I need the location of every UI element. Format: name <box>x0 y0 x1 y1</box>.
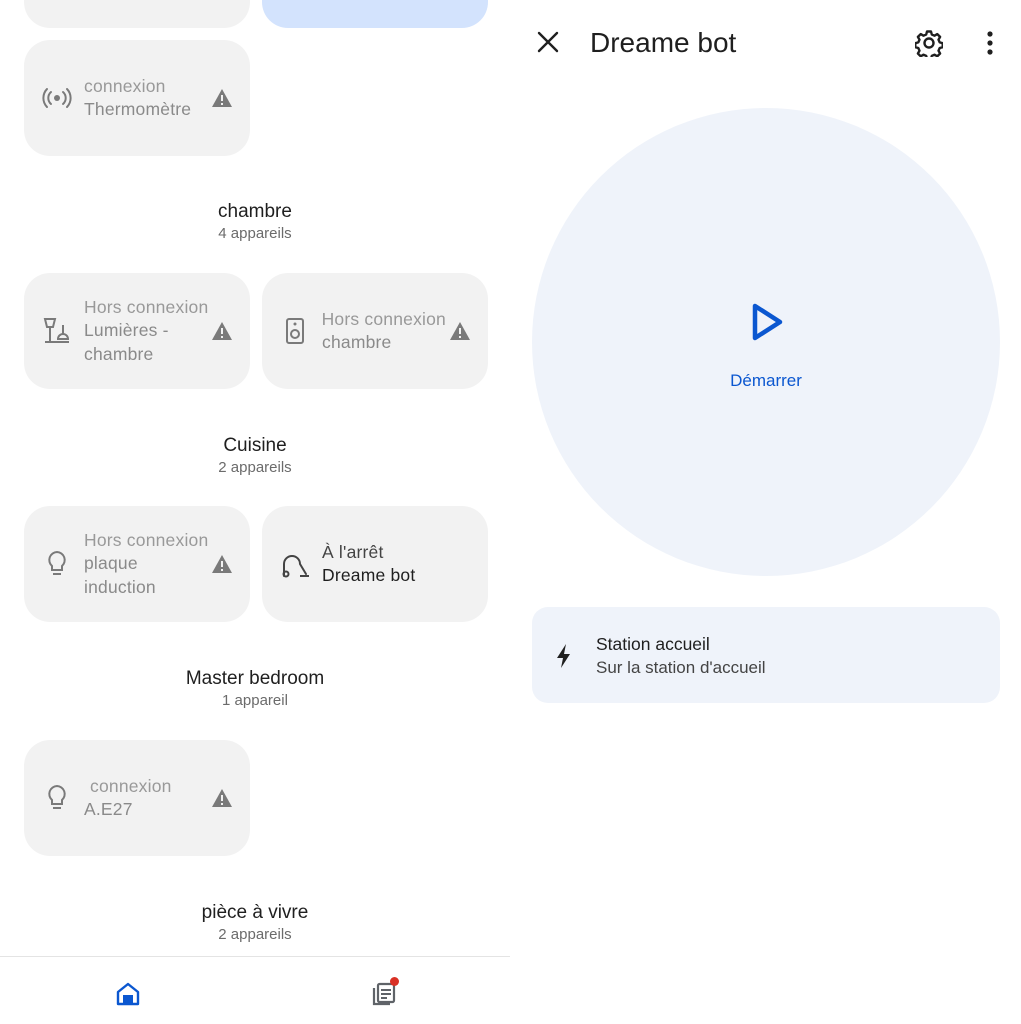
device-tile-speaker-chambre[interactable]: Hors connexion chambre <box>262 273 488 389</box>
close-icon <box>537 31 559 53</box>
device-name: Lumières - chambre <box>84 320 169 364</box>
lamp-icon <box>24 317 84 345</box>
warning-icon <box>208 88 250 108</box>
room-header-piece-a-vivre: pièce à vivre 2 appareils <box>0 901 510 945</box>
bottom-navigation <box>0 956 510 1024</box>
device-detail-panel: Dreame bot Démarrer Station accueil Sur … <box>510 0 1021 1024</box>
device-status: À l'arrêt <box>322 541 384 562</box>
room-device-count: 1 appareil <box>222 692 288 709</box>
device-tile-thermometer[interactable]: connexion Thermomètre <box>24 40 250 156</box>
room-header-chambre: chambre 4 appareils <box>0 200 510 244</box>
device-name: A.E27 <box>84 799 133 819</box>
room-header-cuisine: Cuisine 2 appareils <box>0 434 510 478</box>
device-tile-lights-chambre[interactable]: Hors connexion Lumières - chambre <box>24 273 250 389</box>
home-icon <box>116 982 140 1006</box>
device-tile-text: Hors connexion Lumières - chambre <box>84 296 208 367</box>
start-control[interactable] <box>532 108 1000 576</box>
detail-top-bar: Dreame bot <box>510 0 1021 88</box>
dock-status-card[interactable]: Station accueil Sur la station d'accueil <box>532 607 1000 703</box>
lightbulb-icon <box>24 550 84 578</box>
device-tile-text: connexion Thermomètre <box>84 75 208 122</box>
room-header-master-bedroom: Master bedroom 1 appareil <box>0 667 510 711</box>
device-name: chambre <box>322 332 392 352</box>
device-tile-partial[interactable] <box>24 0 250 28</box>
device-tile-text: Hors connexion chambre <box>322 308 446 355</box>
notification-badge <box>390 977 399 986</box>
device-tile-dreame-bot[interactable]: À l'arrêt Dreame bot <box>262 506 488 622</box>
device-name: Dreame bot <box>322 565 416 585</box>
device-status: Hors connexion <box>322 308 446 329</box>
nav-activity-button[interactable] <box>369 977 399 1009</box>
device-status: connexion <box>90 775 172 796</box>
page-title: Dreame bot <box>590 27 737 58</box>
speaker-icon <box>262 317 322 345</box>
room-name: Master bedroom <box>185 668 325 689</box>
device-status: Hors connexion <box>84 529 208 550</box>
dock-status-subtitle: Sur la station d'accueil <box>596 658 766 677</box>
warning-icon <box>446 321 488 341</box>
close-button[interactable] <box>534 28 562 56</box>
device-status: Hors connexion <box>84 296 208 317</box>
device-tile-text: connexion A.E27 <box>84 775 208 822</box>
device-tile-text: Hors connexion plaque induction <box>84 529 208 600</box>
nav-home-button[interactable] <box>113 979 143 1009</box>
start-label[interactable]: Démarrer <box>666 370 866 392</box>
room-name: Cuisine <box>223 435 287 456</box>
warning-icon <box>208 554 250 574</box>
home-device-list: connexion Thermomètre chambre 4 appareil… <box>0 0 510 1024</box>
lightbulb-icon <box>24 784 84 812</box>
settings-button[interactable] <box>914 28 944 58</box>
device-tile-partial-active[interactable] <box>262 0 488 28</box>
warning-icon <box>208 788 250 808</box>
bolt-icon <box>557 644 570 668</box>
more-options-button[interactable] <box>980 28 1000 58</box>
room-device-count: 2 appareils <box>218 459 292 476</box>
dock-status-title: Station accueil <box>596 634 710 654</box>
room-name: chambre <box>218 201 292 222</box>
device-tile-induction[interactable]: Hors connexion plaque induction <box>24 506 250 622</box>
device-tile-text: À l'arrêt Dreame bot <box>322 541 488 588</box>
play-icon[interactable] <box>749 302 785 342</box>
room-name: pièce à vivre <box>201 902 309 923</box>
gear-icon <box>915 30 943 57</box>
warning-icon <box>208 321 250 341</box>
room-device-count: 4 appareils <box>218 225 292 242</box>
sensor-icon <box>24 87 84 109</box>
vacuum-icon <box>262 550 322 578</box>
device-name: plaque induction <box>84 553 156 597</box>
room-device-count: 2 appareils <box>218 926 292 943</box>
device-status: connexion <box>84 75 166 96</box>
device-tile-bulb-e27[interactable]: connexion A.E27 <box>24 740 250 856</box>
more-vert-icon <box>987 31 993 55</box>
device-name: Thermomètre <box>84 99 192 119</box>
